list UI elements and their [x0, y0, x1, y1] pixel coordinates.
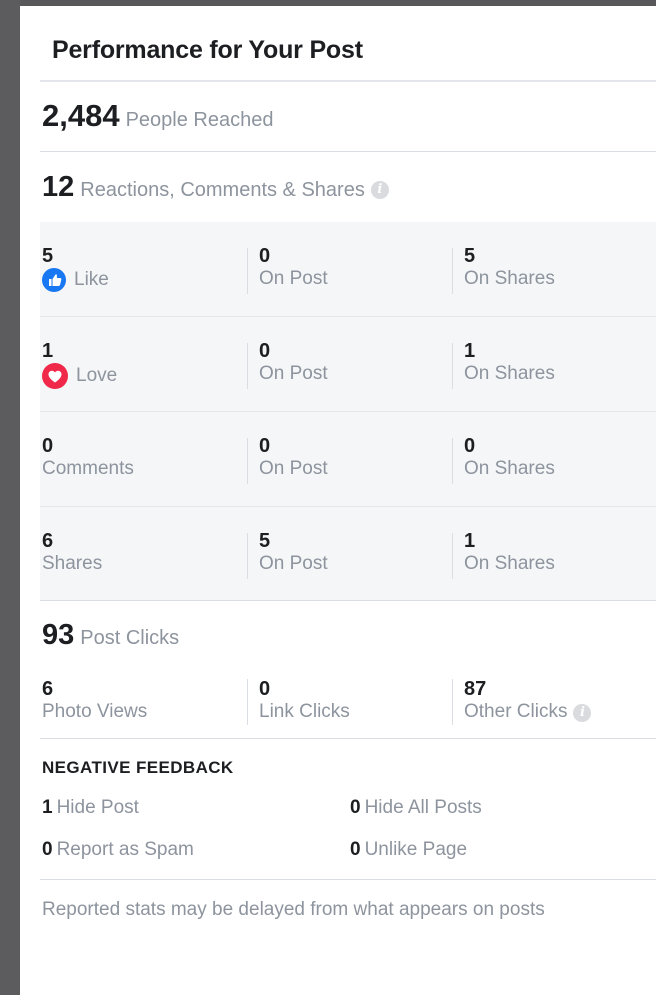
love-on-post-label: On Post	[259, 363, 328, 384]
report-spam-stat: 0 Report as Spam	[42, 839, 194, 861]
column-divider	[452, 533, 453, 579]
breakdown-row-comments: 0 Comments 0 On Post 0 On Shares	[40, 412, 656, 507]
info-icon[interactable]: i	[573, 704, 592, 722]
column-divider	[247, 343, 248, 389]
like-label: Like	[74, 269, 109, 290]
shares-on-post-label: On Post	[259, 553, 328, 574]
love-value: 1	[42, 340, 54, 362]
shares-on-post: 5 On Post	[259, 529, 328, 575]
other-clicks-label-row: Other Clicks i	[464, 701, 592, 723]
like-on-shares-label: On Shares	[464, 268, 555, 289]
love-on-shares: 1 On Shares	[464, 339, 555, 385]
column-divider	[452, 438, 453, 484]
post-clicks-value: 93	[42, 619, 75, 651]
stats-delay-note: Reported stats may be delayed from what …	[42, 899, 545, 920]
column-divider	[452, 343, 453, 389]
post-clicks-label: Post Clicks	[80, 627, 180, 649]
shares-value: 6	[42, 530, 54, 552]
other-clicks-label: Other Clicks	[464, 701, 568, 722]
love-on-shares-value: 1	[464, 340, 476, 362]
comments-value: 0	[42, 435, 54, 457]
column-divider	[247, 438, 248, 484]
shares-on-shares-label: On Shares	[464, 553, 555, 574]
reach-value: 2,484	[42, 98, 120, 133]
engagement-breakdown: 5 Like 0 On Post 5 On Shares 1 Love 0 On…	[40, 222, 656, 600]
hide-post-stat: 1 Hide Post	[42, 797, 139, 819]
shares-label: Shares	[42, 553, 103, 574]
hide-post-value: 1	[42, 797, 53, 818]
love-on-post-value: 0	[259, 340, 271, 362]
engagement-label: Reactions, Comments & Shares	[80, 179, 365, 201]
column-divider	[247, 248, 248, 294]
like-on-post-label: On Post	[259, 268, 328, 289]
divider	[40, 80, 656, 82]
reach-stat: 2,484 People Reached	[42, 98, 273, 134]
like-icon	[42, 268, 66, 292]
column-divider	[452, 248, 453, 294]
report-spam-value: 0	[42, 839, 53, 860]
shares-on-shares: 1 On Shares	[464, 529, 555, 575]
photo-views-label: Photo Views	[42, 701, 148, 722]
love-icon	[42, 363, 68, 389]
comments-label: Comments	[42, 458, 134, 479]
unlike-page-label: Unlike Page	[364, 839, 468, 860]
photo-views-value: 6	[42, 678, 54, 700]
photo-views: 6 Photo Views	[42, 677, 147, 723]
comments-on-post-label: On Post	[259, 458, 328, 479]
divider	[40, 738, 656, 739]
reach-label: People Reached	[125, 109, 274, 131]
report-spam-label: Report as Spam	[56, 839, 194, 860]
love-label: Love	[76, 365, 118, 386]
shares-on-shares-value: 1	[464, 530, 476, 552]
other-clicks-value: 87	[464, 678, 487, 700]
shares-total: 6 Shares	[42, 529, 102, 575]
comments-on-post-value: 0	[259, 435, 271, 457]
other-clicks: 87 Other Clicks i	[464, 677, 592, 723]
like-value: 5	[42, 245, 54, 267]
love-on-post: 0 On Post	[259, 339, 328, 385]
link-clicks: 0 Link Clicks	[259, 677, 350, 723]
post-performance-panel: Performance for Your Post 2,484 People Re…	[20, 6, 656, 995]
column-divider	[452, 679, 453, 725]
window-frame-left	[0, 0, 20, 995]
column-divider	[247, 533, 248, 579]
panel-title: Performance for Your Post	[52, 36, 363, 64]
comments-on-post: 0 On Post	[259, 434, 328, 480]
info-icon[interactable]: i	[370, 181, 389, 199]
unlike-page-value: 0	[350, 839, 361, 860]
hide-post-label: Hide Post	[56, 797, 139, 818]
unlike-page-stat: 0 Unlike Page	[350, 839, 467, 861]
comments-total: 0 Comments	[42, 434, 134, 480]
negative-feedback-title: NEGATIVE FEEDBACK	[42, 758, 234, 777]
hide-all-posts-label: Hide All Posts	[364, 797, 482, 818]
like-on-post-value: 0	[259, 245, 271, 267]
post-clicks-stat: 93 Post Clicks	[42, 619, 179, 652]
like-total: 5 Like	[42, 244, 109, 292]
like-on-shares: 5 On Shares	[464, 244, 555, 290]
breakdown-row-love: 1 Love 0 On Post 1 On Shares	[40, 317, 656, 412]
engagement-value: 12	[42, 171, 75, 203]
shares-on-post-value: 5	[259, 530, 271, 552]
love-on-shares-label: On Shares	[464, 363, 555, 384]
comments-on-shares-label: On Shares	[464, 458, 555, 479]
hide-all-posts-value: 0	[350, 797, 361, 818]
breakdown-row-shares: 6 Shares 5 On Post 1 On Shares	[40, 507, 656, 601]
breakdown-row-like: 5 Like 0 On Post 5 On Shares	[40, 222, 656, 317]
engagement-stat: 12 Reactions, Comments & Shares i	[42, 171, 389, 204]
divider	[40, 600, 656, 601]
divider	[40, 151, 656, 152]
hide-all-posts-stat: 0 Hide All Posts	[350, 797, 482, 819]
panel-header: Performance for Your Post	[20, 6, 656, 80]
like-on-post: 0 On Post	[259, 244, 328, 290]
divider	[40, 879, 656, 880]
column-divider	[247, 679, 248, 725]
like-on-shares-value: 5	[464, 245, 476, 267]
link-clicks-value: 0	[259, 678, 271, 700]
love-total: 1 Love	[42, 339, 117, 389]
comments-on-shares-value: 0	[464, 435, 476, 457]
comments-on-shares: 0 On Shares	[464, 434, 555, 480]
link-clicks-label: Link Clicks	[259, 701, 350, 722]
